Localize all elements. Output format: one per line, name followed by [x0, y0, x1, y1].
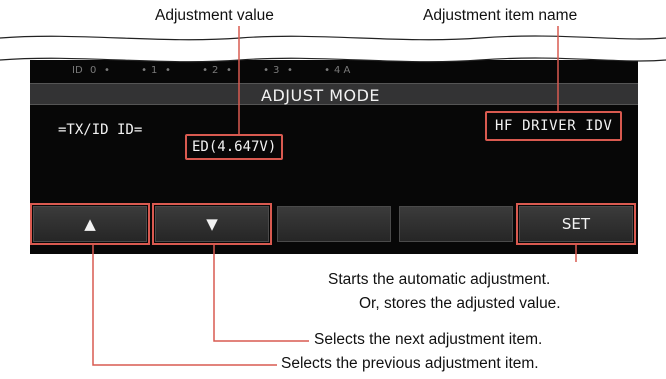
softkey-3[interactable] [277, 206, 391, 242]
id-meter-scale: ID 0 • • 1 • • 2 • • 3 • • 4 A [72, 65, 402, 83]
softkey-4[interactable] [399, 206, 513, 242]
meter-tick-4: 4 A [334, 65, 351, 76]
up-button[interactable]: ▲ [30, 203, 150, 245]
up-arrow-icon: ▲ [84, 215, 96, 233]
torn-edge-top-line [0, 35, 666, 41]
leader-up [92, 244, 277, 366]
meter-tick-2: 2 [212, 65, 219, 76]
down-button[interactable]: ▼ [152, 203, 272, 245]
callout-up-description: Selects the previous adjustment item. [281, 355, 539, 372]
callout-set-line1: Starts the automatic adjustment. [328, 271, 551, 288]
adjust-mode-header: ADJUST MODE [30, 83, 638, 105]
set-button[interactable]: SET [516, 203, 636, 245]
adjustment-item-name-display: HF DRIVER IDV [485, 111, 623, 141]
adjustment-value-display: ED(4.647V) [185, 134, 284, 160]
meter-tick-1: 1 [151, 65, 158, 76]
callout-set-line2: Or, stores the adjusted value. [359, 295, 561, 312]
radio-screen: ID 0 • • 1 • • 2 • • 3 • • 4 A ADJUST MO… [30, 60, 638, 254]
callout-down-description: Selects the next adjustment item. [314, 331, 543, 348]
down-arrow-icon: ▼ [206, 215, 218, 233]
softkey-bar: ▲ ▼ SET [30, 202, 638, 254]
meter-label: ID [72, 65, 83, 76]
torn-edge [0, 36, 666, 62]
set-label: SET [561, 215, 591, 233]
mode-title: ADJUST MODE [261, 86, 381, 105]
meter-tick-3: 3 [273, 65, 280, 76]
leader-down [213, 244, 309, 342]
callout-adjustment-value: Adjustment value [155, 7, 274, 24]
parameter-label: =TX/ID ID= [58, 122, 143, 138]
meter-tick-0: 0 [90, 65, 97, 76]
callout-adjustment-item-name: Adjustment item name [423, 7, 578, 24]
